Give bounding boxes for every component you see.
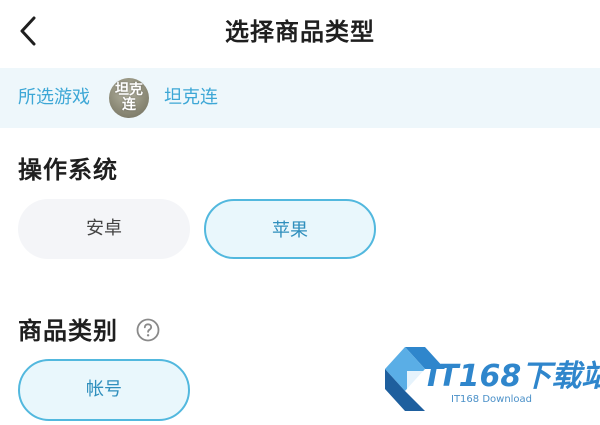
game-avatar: 坦克连 bbox=[109, 78, 149, 118]
top-bar: 选择商品类型 bbox=[0, 0, 600, 64]
page-title: 选择商品类型 bbox=[225, 18, 375, 46]
selected-game-name: 坦克连 bbox=[164, 87, 218, 108]
os-section-title: 操作系统 bbox=[18, 156, 118, 184]
category-option-account[interactable]: 帐号 bbox=[18, 359, 190, 421]
chevron-left-icon bbox=[20, 16, 36, 46]
help-circle-icon[interactable] bbox=[136, 318, 160, 342]
watermark-text: IT168下载站 bbox=[427, 359, 600, 394]
os-option-ios[interactable]: 苹果 bbox=[204, 199, 376, 259]
watermark: IT168下载站 IT168 Download bbox=[385, 343, 600, 415]
selected-game-label: 所选游戏 bbox=[18, 87, 90, 108]
selected-game-bar[interactable]: 所选游戏 坦克连 坦克连 bbox=[0, 68, 600, 128]
game-avatar-text: 坦克连 bbox=[115, 82, 143, 113]
watermark-subtext: IT168 Download bbox=[451, 394, 533, 405]
category-section-title: 商品类别 bbox=[18, 317, 118, 345]
os-option-android[interactable]: 安卓 bbox=[18, 199, 190, 259]
back-button[interactable] bbox=[14, 14, 44, 48]
